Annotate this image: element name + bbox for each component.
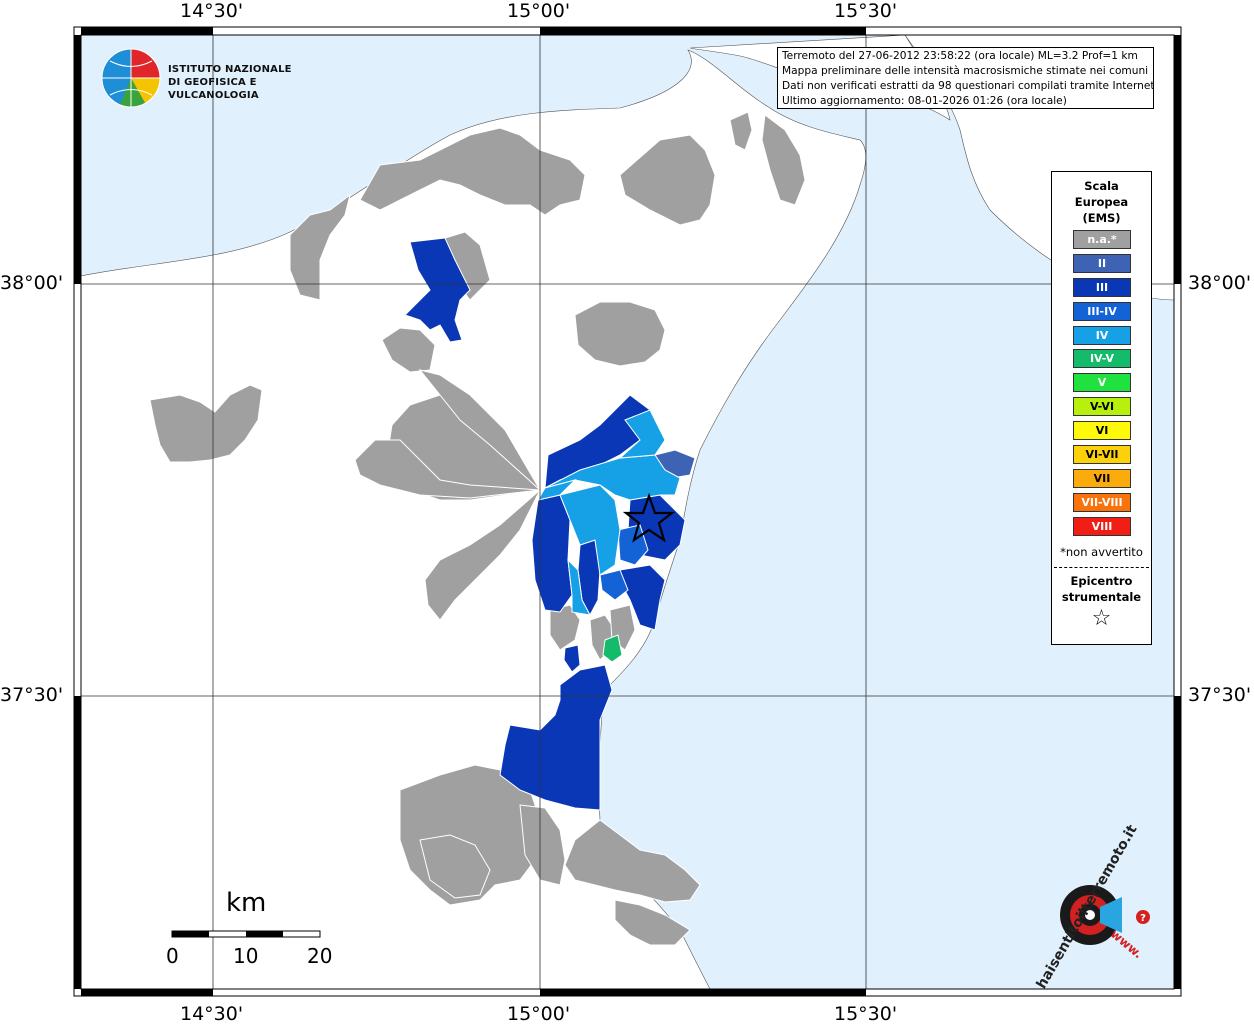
legend-title-line1: Scala (1084, 179, 1119, 193)
legend-epicenter-line1: Epicentro (1070, 574, 1133, 588)
legend-item: IV (1073, 325, 1131, 345)
bottom-lon-label-3: 15°30' (834, 1003, 898, 1025)
legend-item: VIII (1073, 516, 1131, 536)
legend-star-icon: ☆ (1091, 606, 1112, 631)
top-lon-label-3: 15°30' (834, 0, 898, 22)
bottom-lon-label-1: 14°30' (180, 1003, 244, 1025)
ingv-globe-icon (101, 48, 161, 108)
legend-item: V-VI (1073, 397, 1131, 417)
ingv-logo: ISTITUTO NAZIONALE DI GEOFISICA E VULCAN… (100, 47, 320, 109)
event-info-line1: Terremoto del 27-06-2012 23:58:22 (ora l… (782, 50, 1138, 62)
right-lat-label-1: 38°00' (1188, 272, 1252, 294)
legend-item: VII (1073, 468, 1131, 488)
bottom-lon-label-2: 15°00' (507, 1003, 571, 1025)
legend-item: V (1073, 373, 1131, 393)
scale-unit: km (226, 888, 267, 918)
legend-item: VI-VII (1073, 445, 1131, 465)
legend-item: IV-V (1073, 349, 1131, 369)
ingv-line2: DI GEOFISICA E VULCANOLOGIA (168, 77, 259, 101)
legend-item: VI (1073, 421, 1131, 441)
legend-note: *non avvertito (1060, 545, 1143, 559)
top-lon-label-2: 15°00' (507, 0, 571, 22)
legend-item: III (1073, 277, 1131, 297)
legend-item: II (1073, 253, 1131, 273)
legend-item: III-IV (1073, 301, 1131, 321)
haisentito-logo: ? haisentitoilterremoto.it www. (1030, 822, 1160, 992)
event-info-line4: Ultimo aggiornamento: 08-01-2026 01:26 (… (782, 95, 1067, 107)
svg-text:?: ? (1140, 913, 1146, 924)
scale-label-0: 0 (166, 944, 179, 968)
left-lat-label-1: 38°00' (0, 272, 64, 294)
event-info-box: Terremoto del 27-06-2012 23:58:22 (ora l… (777, 47, 1154, 109)
event-info-line3: Dati non verificati estratti da 98 quest… (782, 80, 1154, 92)
legend-items: n.a.* II III III-IV IV IV-V V V-VI VI VI-VII VII VI… (1073, 230, 1131, 541)
event-info-line2: Mappa preliminare delle intensità macros… (782, 65, 1149, 77)
legend-separator (1054, 567, 1149, 568)
legend-item: n.a.* (1073, 230, 1131, 249)
legend-title-line3: (EMS) (1082, 211, 1121, 225)
right-lat-label-2: 37°30' (1188, 684, 1252, 706)
legend-title-line2: Europea (1074, 195, 1129, 209)
ems-legend: Scala Europea (EMS) n.a.* II III III-IV IV IV… (1051, 171, 1152, 645)
legend-item: VII-VIII (1073, 492, 1131, 512)
ingv-line1: ISTITUTO NAZIONALE (168, 64, 292, 75)
scale-label-20: 20 (307, 944, 333, 968)
left-lat-label-2: 37°30' (0, 684, 64, 706)
scale-label-10: 10 (233, 944, 259, 968)
top-lon-label-1: 14°30' (180, 0, 244, 22)
scale-bar (171, 930, 321, 938)
legend-epicenter-line2: strumentale (1061, 590, 1142, 604)
